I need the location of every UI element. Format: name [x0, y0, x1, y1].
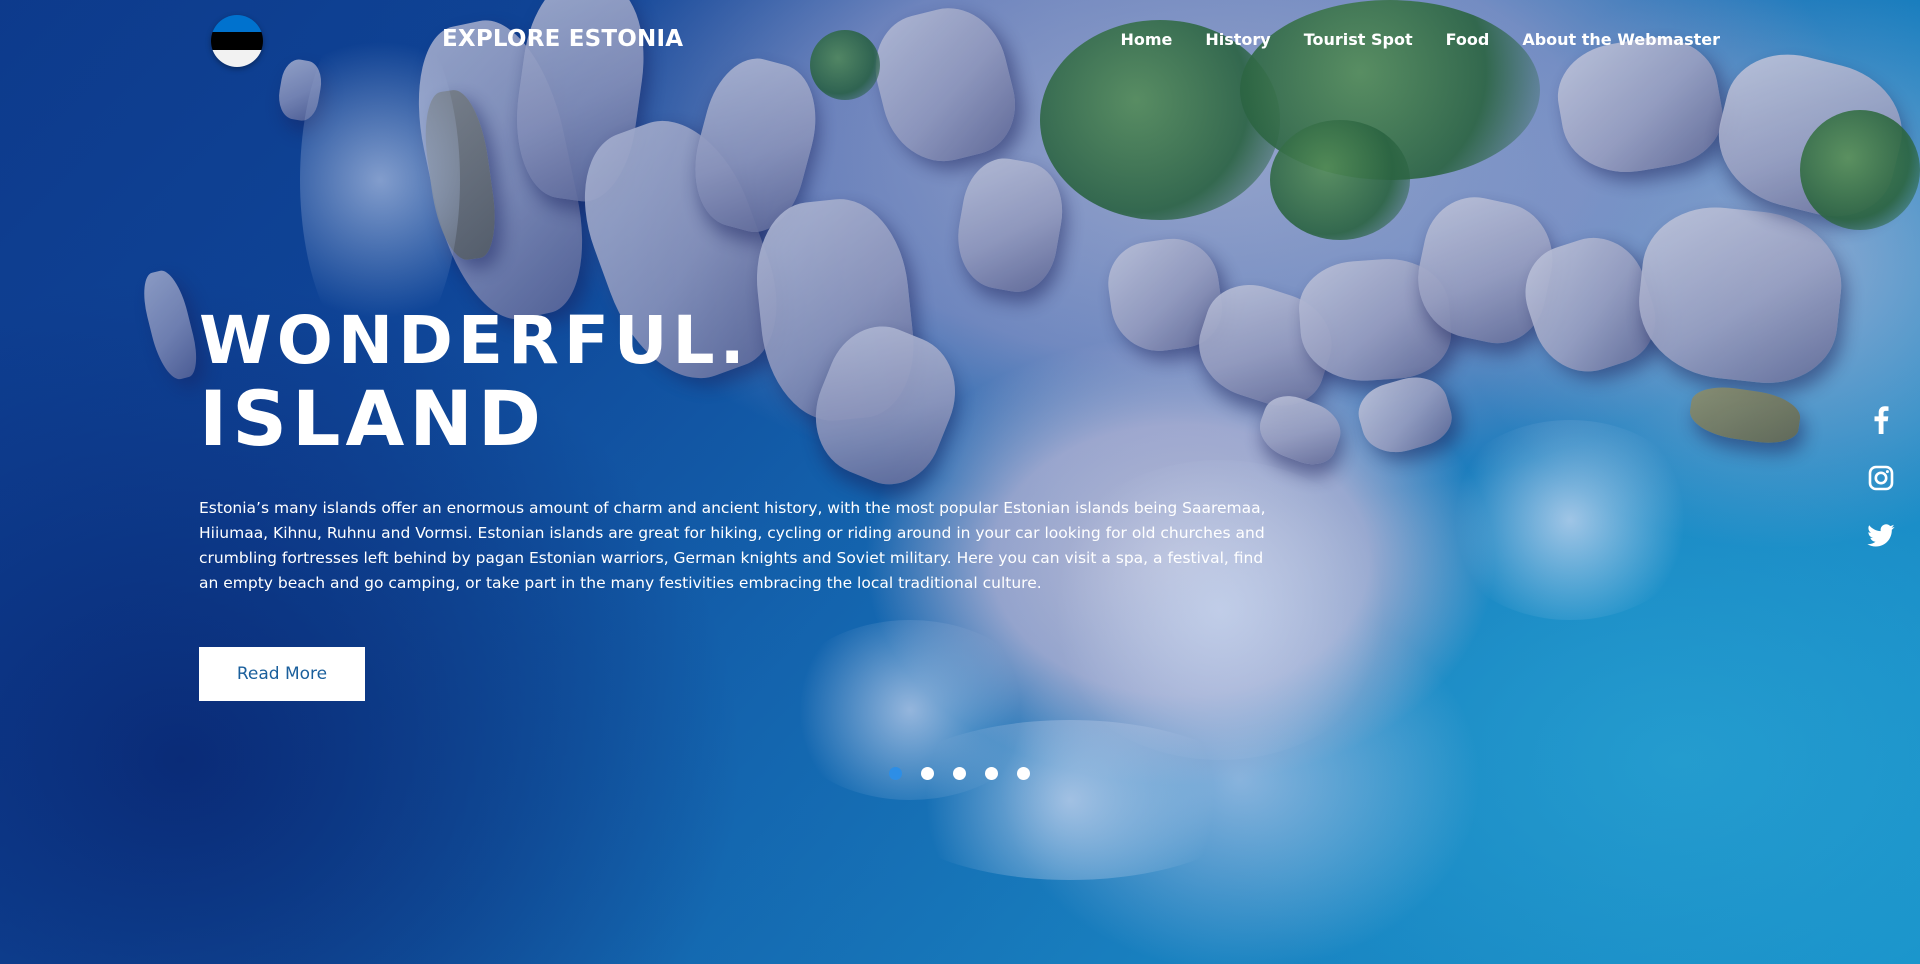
- slider-dots: [889, 767, 1049, 780]
- slider-dot-1[interactable]: [889, 767, 902, 780]
- color-overlay: [0, 0, 1920, 964]
- nav-link-home[interactable]: Home: [1120, 30, 1172, 49]
- read-more-button[interactable]: Read More: [199, 647, 365, 701]
- slider-dot-3[interactable]: [953, 767, 966, 780]
- top-navbar: EXPLORE ESTONIA Home History Tourist Spo…: [0, 0, 1920, 82]
- hero-section: EXPLORE ESTONIA Home History Tourist Spo…: [0, 0, 1920, 964]
- flag-band-white: [211, 49, 263, 67]
- flag-band-black: [211, 32, 263, 50]
- social-links: [1866, 405, 1896, 579]
- slider-dot-5[interactable]: [1017, 767, 1030, 780]
- nav-link-tourist-spot[interactable]: Tourist Spot: [1304, 30, 1413, 49]
- nav-link-history[interactable]: History: [1205, 30, 1270, 49]
- instagram-icon[interactable]: [1866, 463, 1896, 493]
- nav-menu: Home History Tourist Spot Food About the…: [1087, 30, 1720, 49]
- hero-title-line1: WONDERFUL.: [199, 302, 750, 379]
- hero-description: Estonia’s many islands offer an enormous…: [199, 499, 1266, 592]
- twitter-icon[interactable]: [1866, 521, 1896, 551]
- slider-dot-4[interactable]: [985, 767, 998, 780]
- brand-title[interactable]: EXPLORE ESTONIA: [442, 26, 683, 52]
- slider-dot-2[interactable]: [921, 767, 934, 780]
- nav-link-food[interactable]: Food: [1446, 30, 1490, 49]
- estonia-flag-logo[interactable]: [211, 15, 263, 67]
- flag-band-blue: [211, 15, 263, 33]
- facebook-icon[interactable]: [1866, 405, 1896, 435]
- hero-title: WONDERFUL. ISLAND: [199, 302, 750, 458]
- hero-title-line2: ISLAND: [199, 374, 546, 463]
- nav-link-about-webmaster[interactable]: About the Webmaster: [1522, 30, 1720, 49]
